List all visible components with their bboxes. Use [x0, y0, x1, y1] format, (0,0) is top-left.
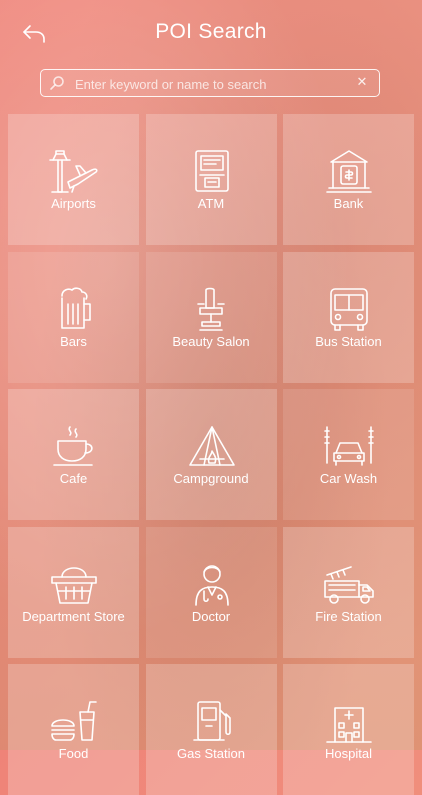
category-label: Beauty Salon [172, 333, 250, 349]
car-wash-icon [324, 426, 374, 466]
airport-icon [49, 150, 98, 193]
burger-drink-icon [51, 701, 97, 741]
category-label: ATM [197, 196, 225, 211]
category-tile-fire-station[interactable]: Fire Station [283, 526, 414, 658]
category-label: Hospital [325, 746, 372, 761]
category-label: Food [58, 746, 89, 761]
bank-icon [326, 150, 372, 193]
category-tile-airports[interactable]: Airports [8, 114, 139, 245]
tent-icon [188, 426, 235, 466]
category-label: Doctor [191, 608, 231, 624]
category-tile-food[interactable]: Food [8, 664, 139, 795]
category-tile-bars[interactable]: Bars [8, 251, 139, 383]
page-title: POI Search [155, 20, 267, 43]
bus-icon [330, 287, 368, 331]
category-label: Department Store [22, 608, 125, 624]
coffee-cup-icon [53, 426, 93, 466]
category-tile-gas-station[interactable]: Gas Station [145, 664, 277, 795]
category-label: Bank [333, 196, 364, 211]
category-label: Bus Station [315, 333, 382, 349]
category-tile-hospital[interactable]: Hospital [283, 664, 414, 795]
category-label: Car Wash [319, 471, 378, 486]
fire-truck-icon [324, 565, 374, 604]
search-input[interactable] [73, 72, 347, 96]
category-tile-car-wash[interactable]: Car Wash [283, 389, 414, 520]
search-bar: ✕ [40, 69, 380, 97]
category-label: Cafe [59, 471, 88, 486]
category-tile-atm[interactable]: ATM [145, 114, 277, 245]
category-tile-doctor[interactable]: Doctor [145, 526, 277, 658]
fuel-pump-icon [192, 701, 231, 741]
category-grid: Airports ATM Bank Bars Beauty Salon Bus … [8, 114, 414, 795]
search-icon [50, 76, 64, 90]
beer-mug-icon [61, 286, 91, 329]
salon-chair-icon [196, 287, 225, 331]
doctor-icon [194, 564, 229, 606]
category-label: Campground [173, 471, 249, 486]
category-label: Airports [51, 196, 96, 211]
category-tile-cafe[interactable]: Cafe [8, 389, 139, 520]
category-label: Gas Station [177, 746, 245, 761]
category-tile-beauty-salon[interactable]: Beauty Salon [145, 251, 277, 383]
header: POI Search [0, 0, 422, 66]
category-tile-bank[interactable]: Bank [283, 114, 414, 245]
clear-search-button[interactable]: ✕ [353, 73, 371, 91]
category-tile-bus-station[interactable]: Bus Station [283, 251, 414, 383]
category-tile-campground[interactable]: Campground [145, 389, 277, 520]
hospital-building-icon [326, 707, 372, 743]
category-label: Bars [60, 333, 87, 349]
category-label: Fire Station [315, 608, 382, 624]
atm-icon [194, 150, 229, 192]
shopping-basket-icon [51, 566, 97, 604]
category-tile-department-store[interactable]: Department Store [8, 526, 139, 658]
